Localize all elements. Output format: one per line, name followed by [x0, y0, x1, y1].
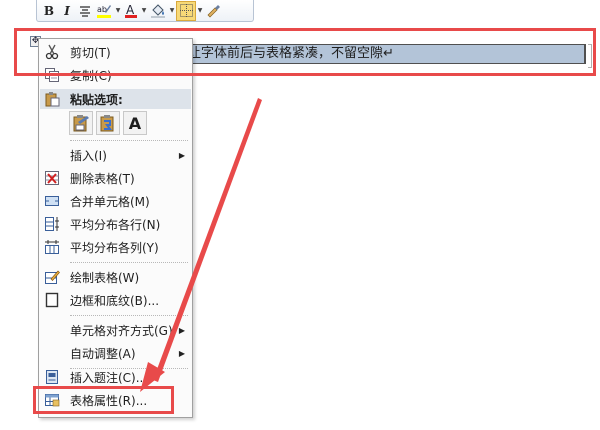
- annotation-arrow: [140, 98, 262, 392]
